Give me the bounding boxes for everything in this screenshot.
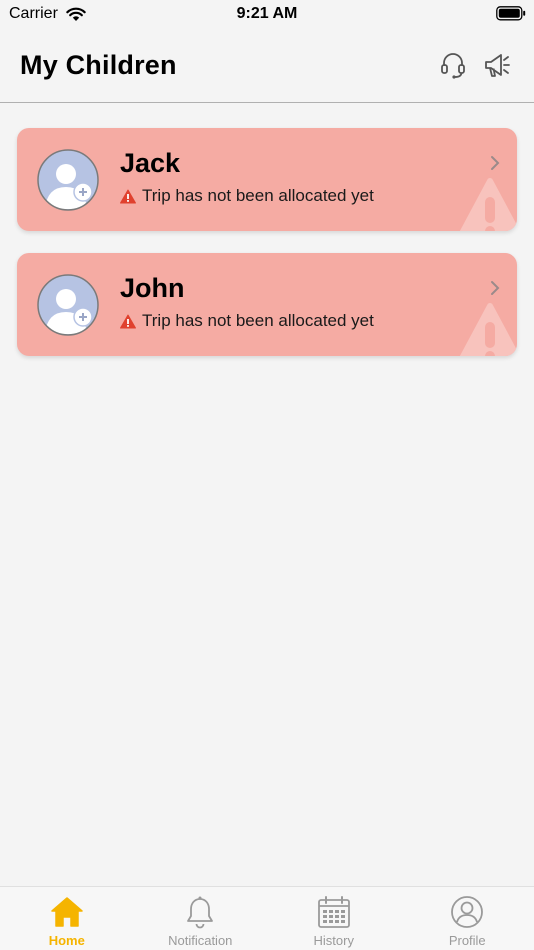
tab-label: Profile [448, 933, 486, 948]
tab-profile[interactable]: Profile [401, 887, 534, 950]
tab-label: History [313, 933, 354, 948]
warning-watermark-icon [459, 303, 517, 356]
page-title: My Children [20, 50, 177, 80]
tab-notification[interactable]: Notification [134, 887, 268, 950]
trip-status: Trip has not been allocated yet [120, 311, 374, 331]
bell-icon [187, 896, 214, 929]
trip-status-text: Trip has not been allocated yet [142, 311, 374, 330]
header: My Children [0, 30, 534, 103]
tab-bar: Home Notification History Profile [0, 886, 534, 950]
avatar-placeholder-icon [37, 149, 99, 211]
profile-icon [451, 896, 484, 928]
home-icon [51, 897, 83, 927]
avatar-placeholder-icon [37, 274, 99, 336]
status-bar: Carrier 9:21 AM [0, 0, 534, 30]
warning-icon [120, 314, 136, 328]
trip-status-text: Trip has not been allocated yet [142, 186, 374, 205]
child-name: Jack [120, 148, 181, 178]
child-card-john[interactable]: John Trip has not been allocated yet [17, 253, 517, 356]
tab-label: Notification [168, 933, 233, 948]
warning-icon [120, 189, 136, 203]
child-name: John [120, 273, 185, 303]
child-card-jack[interactable]: Jack Trip has not been allocated yet [17, 128, 517, 231]
battery-icon [496, 6, 526, 21]
chevron-right-icon [491, 156, 500, 170]
tab-home[interactable]: Home [0, 887, 134, 950]
status-time: 9:21 AM [236, 5, 298, 22]
calendar-icon [317, 896, 350, 928]
trip-status: Trip has not been allocated yet [120, 186, 374, 206]
warning-watermark-icon [459, 178, 517, 231]
tab-label: Home [48, 933, 85, 948]
support-headset-icon[interactable] [438, 50, 468, 80]
chevron-right-icon [491, 281, 500, 295]
tab-history[interactable]: History [267, 887, 401, 950]
announcement-megaphone-icon[interactable] [482, 50, 512, 80]
status-right [496, 6, 526, 26]
